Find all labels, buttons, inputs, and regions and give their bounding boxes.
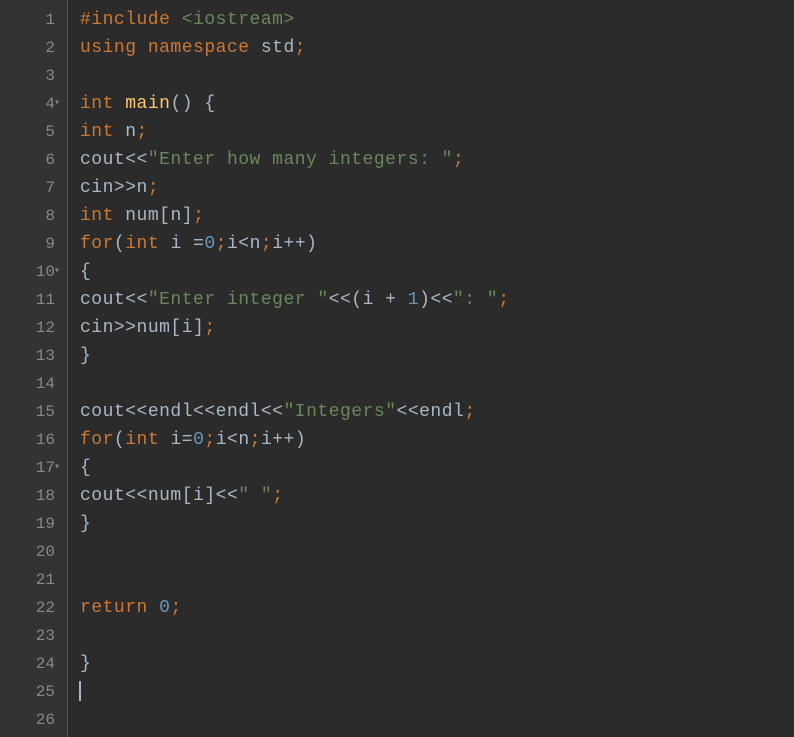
line-number: 13	[0, 342, 55, 370]
code-line	[80, 678, 794, 706]
line-number: 19	[0, 510, 55, 538]
line-number: 22	[0, 594, 55, 622]
code-line: for(int i =0;i<n;i++)	[80, 230, 794, 258]
cursor-icon	[79, 681, 81, 701]
code-line: }	[80, 650, 794, 678]
code-line	[80, 706, 794, 734]
line-number: 16	[0, 426, 55, 454]
code-line: for(int i=0;i<n;i++)	[80, 426, 794, 454]
code-line: int num[n];	[80, 202, 794, 230]
line-number: 5	[0, 118, 55, 146]
code-line: }	[80, 342, 794, 370]
fold-arrow-icon[interactable]: ▾	[54, 90, 60, 118]
fold-arrow-icon[interactable]: ▾	[54, 454, 60, 482]
line-number: 2	[0, 34, 55, 62]
line-number: 3	[0, 62, 55, 90]
line-number: 1	[0, 6, 55, 34]
fold-arrow-icon[interactable]: ▾	[54, 258, 60, 286]
code-line	[80, 62, 794, 90]
line-number: 25	[0, 678, 55, 706]
line-number: 7	[0, 174, 55, 202]
line-number: 10▾	[0, 258, 55, 286]
code-line: cout<<endl<<endl<<"Integers"<<endl;	[80, 398, 794, 426]
line-number: 20	[0, 538, 55, 566]
line-number: 26	[0, 706, 55, 734]
code-editor[interactable]: 1 2 3 4▾ 5 6 7 8 9 10▾ 11 12 13 14 15 16…	[0, 0, 794, 737]
line-number: 18	[0, 482, 55, 510]
code-line	[80, 622, 794, 650]
gutter: 1 2 3 4▾ 5 6 7 8 9 10▾ 11 12 13 14 15 16…	[0, 0, 68, 737]
code-line: {	[80, 454, 794, 482]
code-line: cin>>num[i];	[80, 314, 794, 342]
code-line	[80, 566, 794, 594]
line-number: 21	[0, 566, 55, 594]
code-line	[80, 538, 794, 566]
line-number: 6	[0, 146, 55, 174]
code-line: }	[80, 510, 794, 538]
code-line: cout<<"Enter how many integers: ";	[80, 146, 794, 174]
line-number: 9	[0, 230, 55, 258]
code-line: return 0;	[80, 594, 794, 622]
line-number: 24	[0, 650, 55, 678]
code-line: #include <iostream>	[80, 6, 794, 34]
line-number: 12	[0, 314, 55, 342]
line-number: 17▾	[0, 454, 55, 482]
line-number: 23	[0, 622, 55, 650]
code-line: using namespace std;	[80, 34, 794, 62]
line-number: 8	[0, 202, 55, 230]
code-line: {	[80, 258, 794, 286]
line-number: 14	[0, 370, 55, 398]
code-line: cin>>n;	[80, 174, 794, 202]
code-line	[80, 370, 794, 398]
line-number: 15	[0, 398, 55, 426]
code-line: cout<<"Enter integer "<<(i + 1)<<": ";	[80, 286, 794, 314]
line-number: 4▾	[0, 90, 55, 118]
line-number: 11	[0, 286, 55, 314]
code-area[interactable]: #include <iostream> using namespace std;…	[68, 0, 794, 737]
code-line: int main() {	[80, 90, 794, 118]
code-line: int n;	[80, 118, 794, 146]
code-line: cout<<num[i]<<" ";	[80, 482, 794, 510]
